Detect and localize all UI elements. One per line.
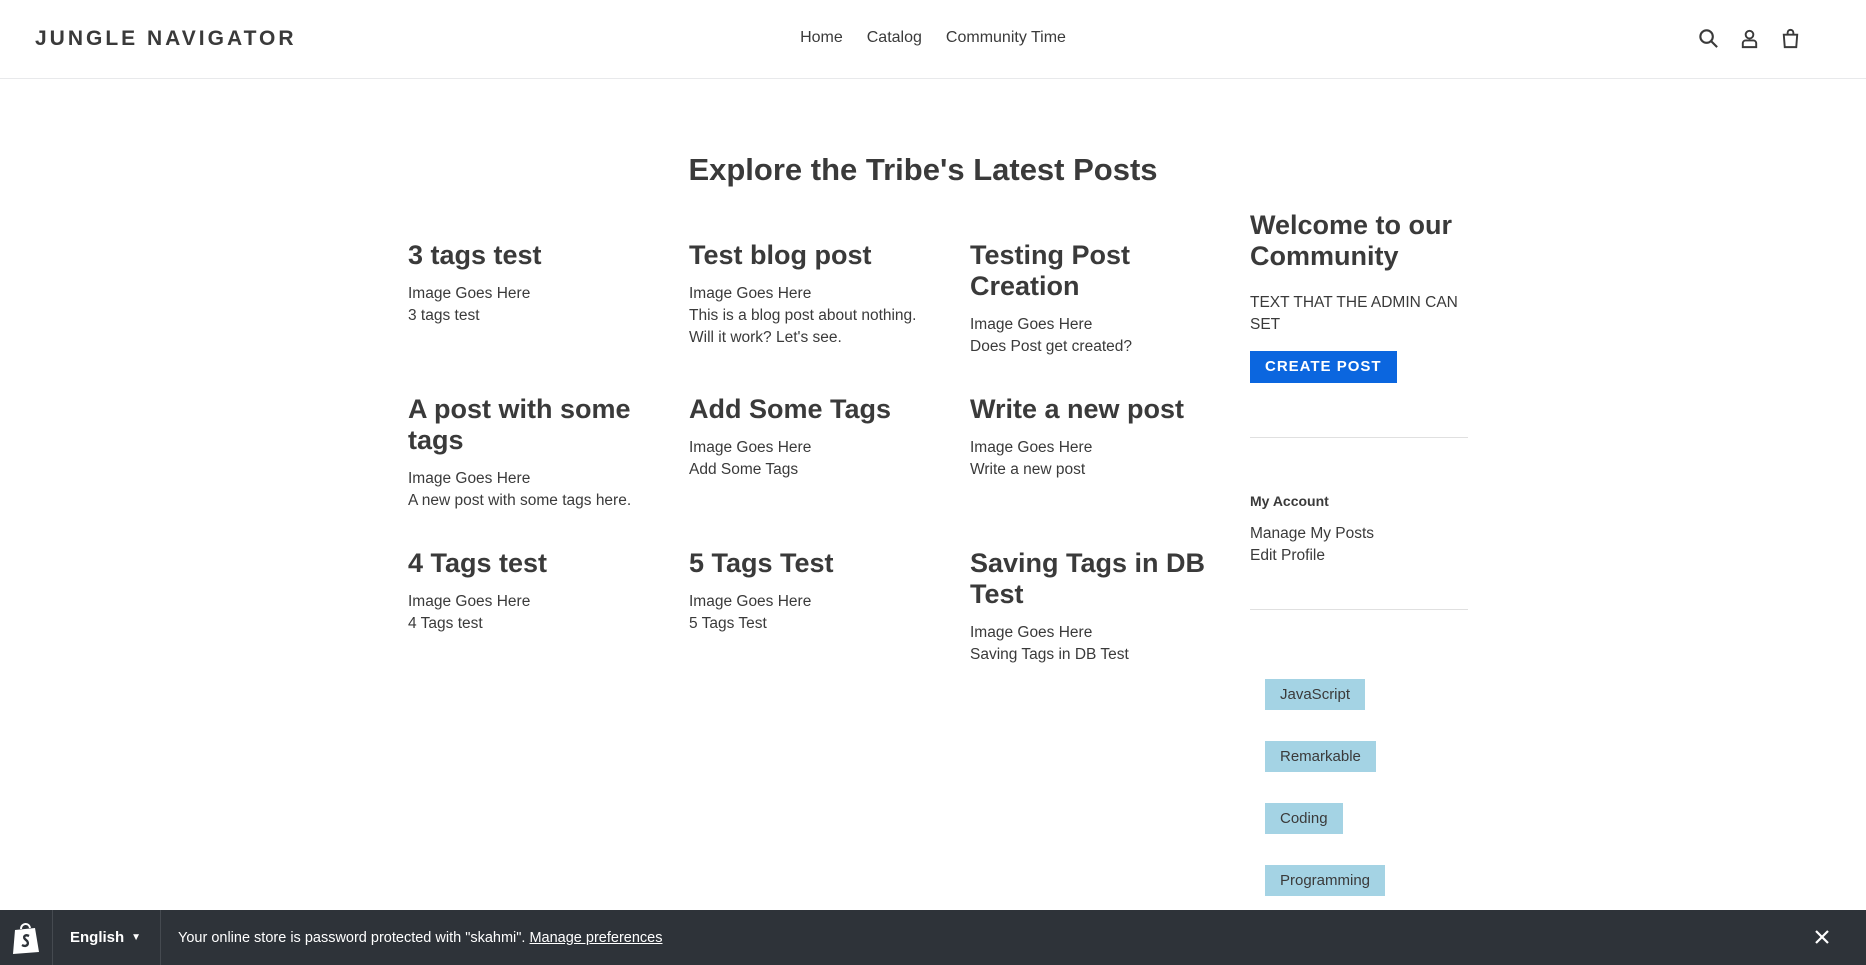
post-image-placeholder: Image Goes Here	[970, 439, 1093, 456]
tag-javascript[interactable]: JavaScript	[1265, 679, 1366, 710]
notice-text: Your online store is password protected …	[178, 929, 526, 946]
post-image-placeholder: Image Goes Here	[689, 593, 812, 610]
post-excerpt: Write a new post	[970, 461, 1086, 478]
posts-grid: 3 tags test Image Goes Here 3 tags test …	[408, 240, 1250, 666]
post-title[interactable]: Add Some Tags	[689, 394, 944, 425]
post-card: Test blog post Image Goes Here This is a…	[689, 240, 970, 394]
tag-remarkable[interactable]: Remarkable	[1265, 741, 1376, 772]
main-nav: Home Catalog Community Time	[0, 29, 1866, 47]
post-title[interactable]: Test blog post	[689, 240, 944, 271]
post-card: 4 Tags test Image Goes Here 4 Tags test	[408, 548, 689, 666]
post-excerpt: Saving Tags in DB Test	[970, 646, 1129, 663]
post-excerpt: This is a blog post about nothing. Will …	[689, 307, 917, 346]
post-image-placeholder: Image Goes Here	[408, 285, 531, 302]
post-excerpt: 4 Tags test	[408, 615, 483, 632]
manage-preferences-link[interactable]: Manage preferences	[529, 930, 662, 946]
account-links: Manage My Posts Edit Profile	[1250, 523, 1468, 567]
edit-profile-link[interactable]: Edit Profile	[1250, 545, 1468, 567]
post-excerpt: Does Post get created?	[970, 338, 1132, 355]
close-icon[interactable]	[1812, 927, 1832, 947]
sidebar-admin-text: TEXT THAT THE ADMIN CAN SET	[1250, 294, 1458, 333]
post-title[interactable]: 3 tags test	[408, 240, 663, 271]
post-card: Saving Tags in DB Test Image Goes Here S…	[970, 548, 1250, 666]
post-title[interactable]: Saving Tags in DB Test	[970, 548, 1224, 610]
sidebar-divider	[1250, 437, 1468, 438]
nav-home[interactable]: Home	[800, 29, 843, 47]
post-card: 3 tags test Image Goes Here 3 tags test	[408, 240, 689, 394]
post-image-placeholder: Image Goes Here	[408, 593, 531, 610]
my-account-heading: My Account	[1250, 493, 1329, 509]
tag-list: JavaScript Remarkable Coding Programming	[1250, 679, 1468, 927]
post-title[interactable]: Testing Post Creation	[970, 240, 1224, 302]
post-excerpt: A new post with some tags here.	[408, 492, 632, 509]
post-image-placeholder: Image Goes Here	[689, 285, 812, 302]
nav-community-time[interactable]: Community Time	[946, 29, 1066, 47]
post-card: A post with some tags Image Goes Here A …	[408, 394, 689, 548]
account-icon[interactable]	[1738, 27, 1761, 50]
post-title[interactable]: Write a new post	[970, 394, 1224, 425]
post-card: 5 Tags Test Image Goes Here 5 Tags Test	[689, 548, 970, 666]
post-card: Add Some Tags Image Goes Here Add Some T…	[689, 394, 970, 548]
post-image-placeholder: Image Goes Here	[689, 439, 812, 456]
sidebar-divider	[1250, 609, 1468, 610]
password-notice: Your online store is password protected …	[178, 910, 662, 965]
cart-icon[interactable]	[1779, 27, 1802, 50]
create-post-button[interactable]: CREATE POST	[1250, 351, 1397, 383]
post-image-placeholder: Image Goes Here	[970, 624, 1093, 641]
caret-down-icon: ▼	[131, 932, 142, 943]
nav-catalog[interactable]: Catalog	[867, 29, 922, 47]
search-icon[interactable]	[1697, 27, 1720, 50]
post-card: Testing Post Creation Image Goes Here Do…	[970, 240, 1250, 394]
post-card: Write a new post Image Goes Here Write a…	[970, 394, 1250, 548]
password-protection-bar: English ▼ Your online store is password …	[0, 910, 1866, 965]
site-header: JUNGLE NAVIGATOR Home Catalog Community …	[0, 0, 1866, 79]
tag-coding[interactable]: Coding	[1265, 803, 1343, 834]
sidebar-title: Welcome to our Community	[1250, 210, 1453, 271]
post-image-placeholder: Image Goes Here	[970, 316, 1093, 333]
community-sidebar: Welcome to our Community TEXT THAT THE A…	[1250, 210, 1468, 927]
post-image-placeholder: Image Goes Here	[408, 470, 531, 487]
shopify-bag-icon	[0, 910, 52, 965]
post-title[interactable]: 5 Tags Test	[689, 548, 944, 579]
tag-programming[interactable]: Programming	[1265, 865, 1386, 896]
post-excerpt: 3 tags test	[408, 307, 480, 324]
page-title: Explore the Tribe's Latest Posts	[688, 152, 1158, 187]
header-icons	[1697, 27, 1802, 50]
post-excerpt: 5 Tags Test	[689, 615, 767, 632]
post-title[interactable]: A post with some tags	[408, 394, 663, 456]
post-title[interactable]: 4 Tags test	[408, 548, 663, 579]
post-excerpt: Add Some Tags	[689, 461, 799, 478]
manage-my-posts-link[interactable]: Manage My Posts	[1250, 523, 1468, 545]
language-selector[interactable]: English ▼	[52, 910, 161, 965]
language-label: English	[70, 929, 125, 946]
